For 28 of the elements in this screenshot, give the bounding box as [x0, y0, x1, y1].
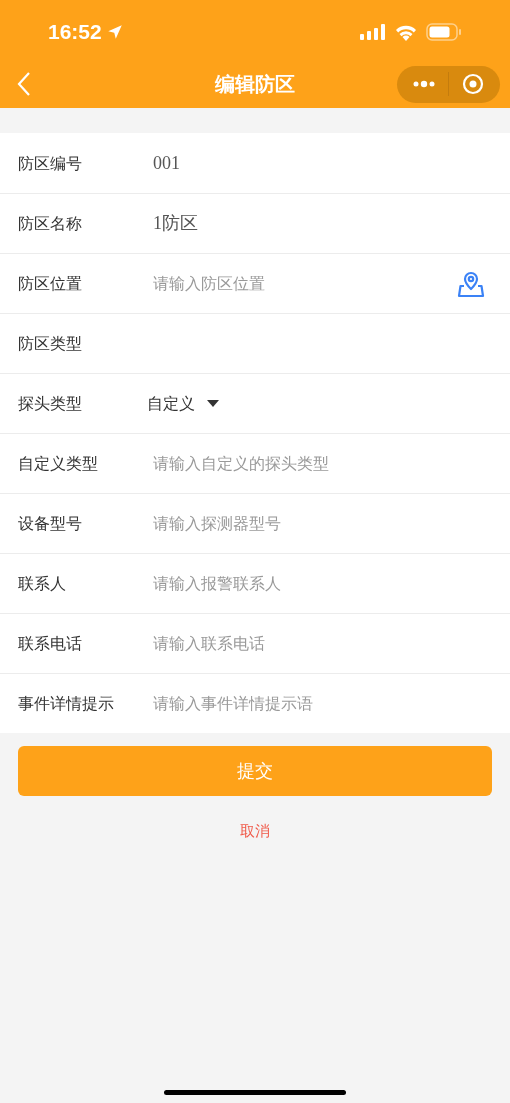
text-input[interactable]: 请输入探测器型号 — [153, 511, 486, 536]
close-icon[interactable] — [462, 73, 484, 95]
text-input[interactable]: 1防区 — [153, 210, 486, 237]
signal-icon — [360, 24, 386, 40]
text-input[interactable]: 请输入防区位置 — [153, 271, 456, 296]
field-label: 防区编号 — [18, 153, 83, 174]
field-label: 自定义类型 — [18, 453, 99, 474]
field-label: 防区类型 — [18, 333, 83, 354]
page-title: 编辑防区 — [215, 72, 295, 97]
text-input[interactable]: 请输入自定义的探头类型 — [153, 451, 486, 476]
battery-icon — [426, 23, 462, 41]
text-input[interactable]: 请输入报警联系人 — [153, 571, 486, 596]
wifi-icon — [394, 23, 418, 41]
field-label: 防区名称 — [18, 213, 83, 234]
field-label: 事件详情提示 — [18, 693, 115, 714]
field-label: 设备型号 — [18, 513, 83, 534]
field-label: 联系人 — [18, 573, 67, 594]
field-label: 联系电话 — [18, 633, 83, 654]
type-dropdown[interactable]: 自定义 — [147, 391, 219, 416]
more-icon[interactable] — [413, 80, 435, 88]
text-input[interactable]: 请输入联系电话 — [153, 631, 486, 656]
text-input[interactable]: 请输入事件详情提示语 — [153, 691, 486, 716]
text-input[interactable]: 001 — [153, 150, 486, 177]
field-label: 防区位置 — [18, 273, 83, 294]
status-time: 16:52 — [48, 19, 102, 46]
field-label: 探头类型 — [18, 393, 83, 414]
back-icon[interactable] — [16, 71, 32, 97]
caret-down-icon — [207, 400, 219, 407]
